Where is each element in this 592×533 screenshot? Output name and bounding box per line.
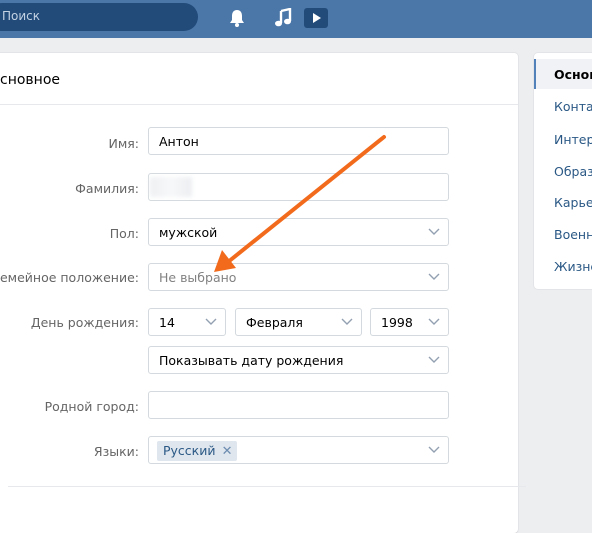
annotation-arrow-icon (214, 135, 386, 272)
